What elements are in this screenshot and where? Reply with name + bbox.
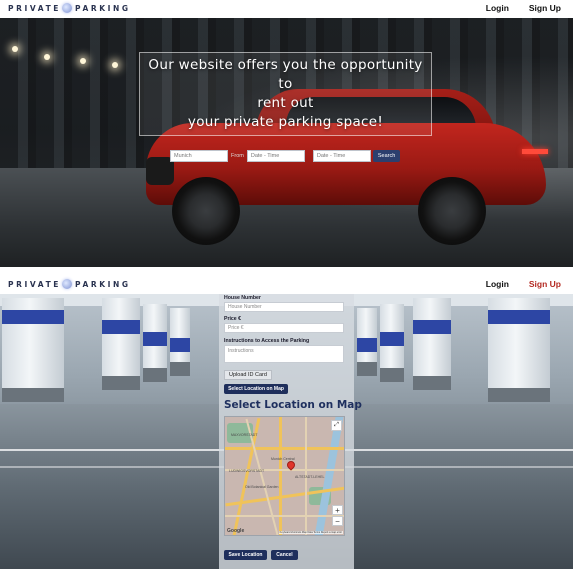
- house-number-input[interactable]: House Number: [224, 302, 344, 312]
- select-location-button[interactable]: Select Location on Map: [224, 384, 288, 394]
- pillar-band: [380, 332, 404, 346]
- pillar: [357, 308, 377, 376]
- pillar-band: [357, 338, 377, 352]
- hero-headline-line2: rent out: [257, 95, 314, 111]
- location-map[interactable]: MAXVORSTADT Munich Central ALTSTADT-LEHE…: [224, 416, 345, 536]
- hero-headline-box: Our website offers you the opportunity t…: [139, 52, 432, 136]
- pillar: [143, 304, 167, 382]
- pillar-foot: [357, 362, 377, 376]
- hero-headline-line3: your private parking space!: [187, 114, 384, 130]
- map-label: ALTSTADT-LEHEL: [295, 475, 325, 479]
- map-road: [225, 515, 344, 517]
- zoom-out-button[interactable]: −: [332, 516, 343, 526]
- pillar-band: [143, 332, 167, 346]
- car-rear-wheel: [418, 177, 486, 245]
- pillar-foot: [380, 368, 404, 382]
- pillar: [488, 298, 550, 402]
- pillar-foot: [413, 376, 451, 390]
- location-input[interactable]: Munich: [170, 149, 228, 162]
- logo-text-private: PRIVATE: [8, 3, 62, 13]
- pillar-foot: [2, 388, 64, 402]
- price-input[interactable]: Price €: [224, 323, 344, 333]
- cancel-button[interactable]: Cancel: [271, 550, 298, 560]
- pillar-band: [2, 310, 64, 324]
- second-header: PRIVATE PARKING Login Sign Up: [0, 276, 573, 294]
- map-road: [225, 447, 344, 450]
- zoom-in-button[interactable]: +: [332, 505, 343, 515]
- pillar: [102, 298, 140, 390]
- logo-text-parking: PARKING: [75, 279, 131, 289]
- pillar: [170, 308, 190, 376]
- pillar: [2, 298, 64, 402]
- logo-globe-icon: [62, 279, 73, 289]
- instructions-textarea[interactable]: Instructions: [224, 345, 344, 363]
- pillar-band: [102, 320, 140, 334]
- fullscreen-icon[interactable]: ⤢: [331, 420, 342, 431]
- google-logo: Google: [227, 528, 245, 534]
- pillar-band: [488, 310, 550, 324]
- top-nav: Login Sign Up: [486, 3, 561, 13]
- logo-text-parking: PARKING: [75, 3, 131, 13]
- instructions-label: Instructions to Access the Parking: [224, 338, 310, 344]
- map-label: LUDWIGSVORSTADT: [229, 469, 265, 473]
- map-label: MAXVORSTADT: [231, 433, 258, 437]
- from-label: From: [231, 152, 244, 159]
- logo[interactable]: PRIVATE PARKING: [8, 278, 131, 290]
- house-number-label: House Number: [224, 295, 261, 301]
- signup-link[interactable]: Sign Up: [529, 279, 561, 289]
- signup-link[interactable]: Sign Up: [529, 3, 561, 13]
- map-label: Old Botanical Garden: [245, 485, 279, 489]
- hero-section: Our website offers you the opportunity t…: [0, 18, 573, 267]
- price-label: Price €: [224, 316, 242, 322]
- pillar-foot: [488, 388, 550, 402]
- logo[interactable]: PRIVATE PARKING: [8, 2, 131, 14]
- pillar-band: [413, 320, 451, 334]
- from-datetime-input[interactable]: Date - Time: [246, 149, 305, 162]
- pillar: [380, 304, 404, 382]
- hero-headline-line1: Our website offers you the opportunity t…: [148, 57, 423, 92]
- map-attribution[interactable]: Keyboard shortcuts Map Data Terms Report…: [278, 531, 343, 534]
- pillar-foot: [143, 368, 167, 382]
- search-button[interactable]: Search: [372, 149, 401, 162]
- logo-text-private: PRIVATE: [8, 279, 62, 289]
- map-section-title: Select Location on Map: [224, 399, 362, 411]
- car-taillight: [522, 149, 548, 154]
- to-datetime-input[interactable]: Date - Time: [312, 149, 371, 162]
- save-location-button[interactable]: Save Location: [224, 550, 267, 560]
- second-nav: Login Sign Up: [486, 279, 561, 289]
- car-front-wheel: [172, 177, 240, 245]
- pillar-foot: [170, 362, 190, 376]
- pillar-foot: [102, 376, 140, 390]
- logo-globe-icon: [62, 3, 73, 13]
- login-link[interactable]: Login: [486, 279, 509, 289]
- pillar: [413, 298, 451, 390]
- search-bar: Munich From Date - Time Date - Time Sear…: [170, 149, 401, 162]
- pillar-band: [170, 338, 190, 352]
- top-header: PRIVATE PARKING Login Sign Up: [0, 0, 573, 18]
- login-link[interactable]: Login: [486, 3, 509, 13]
- upload-id-card-button[interactable]: Upload ID Card: [224, 370, 272, 380]
- map-road: [279, 417, 282, 535]
